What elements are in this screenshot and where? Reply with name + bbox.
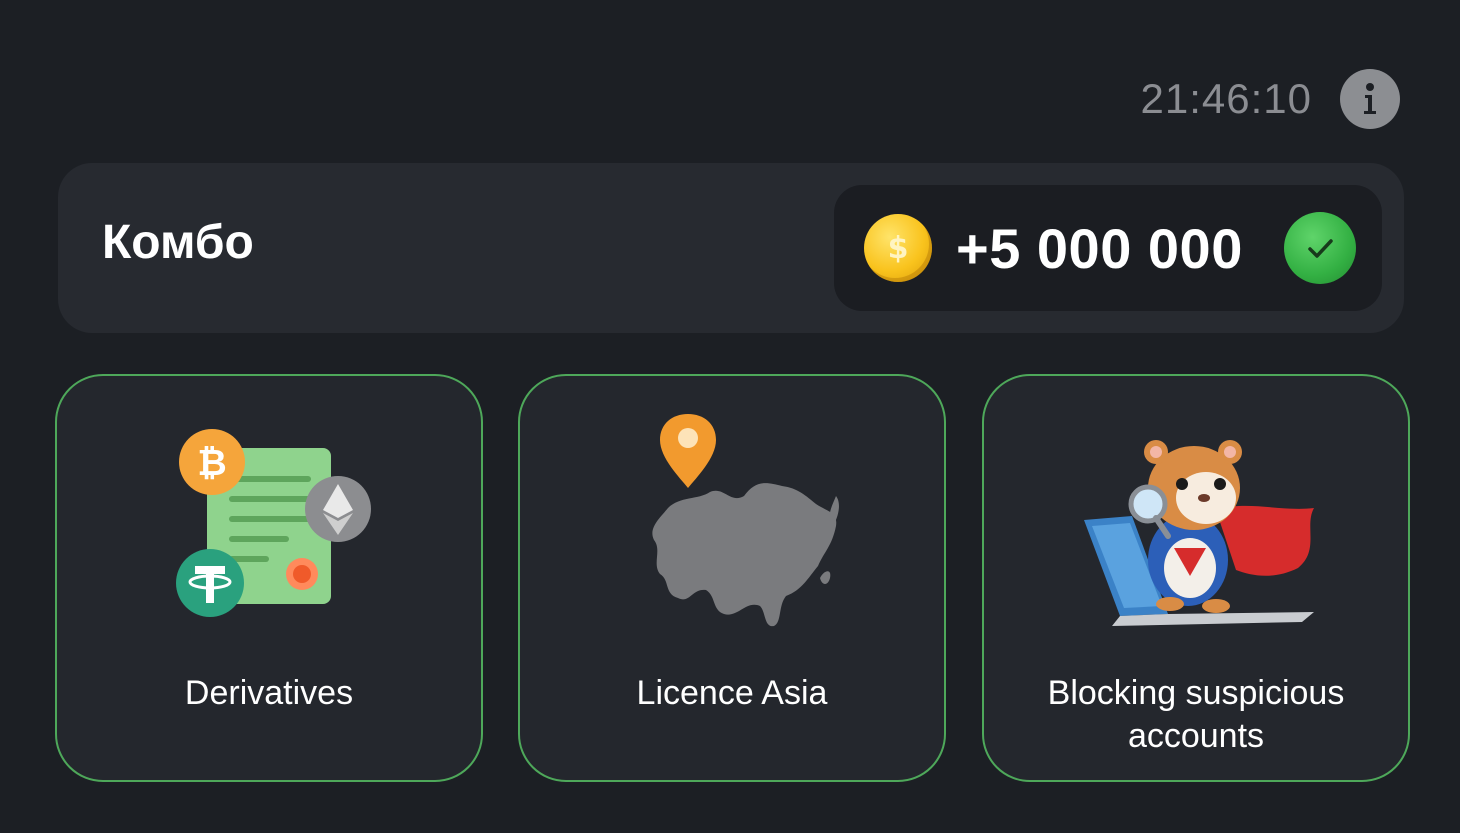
combo-card-label: Licence Asia — [636, 674, 828, 712]
svg-text:₿: ₿ — [197, 443, 226, 484]
combo-title: Комбо — [102, 216, 254, 269]
combo-card-blocking-suspicious-accounts[interactable]: Blocking suspicious accounts — [982, 374, 1410, 782]
combo-bar: Комбо $ +5 000 000 — [58, 163, 1404, 333]
combo-reward: $ +5 000 000 — [834, 185, 1382, 311]
asia-map-pin-icon — [652, 414, 839, 627]
daily-combo-screen: 21:46:10 Комбо $ +5 000 000 ₿ Derivative… — [0, 0, 1460, 833]
combo-card-label: Derivatives — [184, 674, 354, 712]
info-icon — [1364, 83, 1376, 114]
combo-card-derivatives[interactable]: ₿ Derivatives — [55, 374, 483, 782]
combo-card-licence-asia[interactable]: Licence Asia — [518, 374, 946, 782]
top-bar: 21:46:10 — [1140, 68, 1400, 130]
combo-cards: ₿ Derivatives Licence Asia Blocking susp… — [55, 374, 1410, 782]
svg-text:$: $ — [888, 231, 909, 266]
hamster-detective-laptop-icon — [1084, 440, 1314, 626]
crypto-document-icon: ₿ — [176, 429, 371, 617]
reward-amount: +5 000 000 — [956, 216, 1243, 280]
combo-card-label: Blocking suspicious accounts — [1047, 674, 1345, 755]
info-button[interactable] — [1340, 69, 1400, 129]
gold-dollar-coin-icon: $ — [864, 214, 932, 282]
countdown-timer: 21:46:10 — [1140, 75, 1312, 122]
green-check-icon — [1284, 212, 1356, 284]
